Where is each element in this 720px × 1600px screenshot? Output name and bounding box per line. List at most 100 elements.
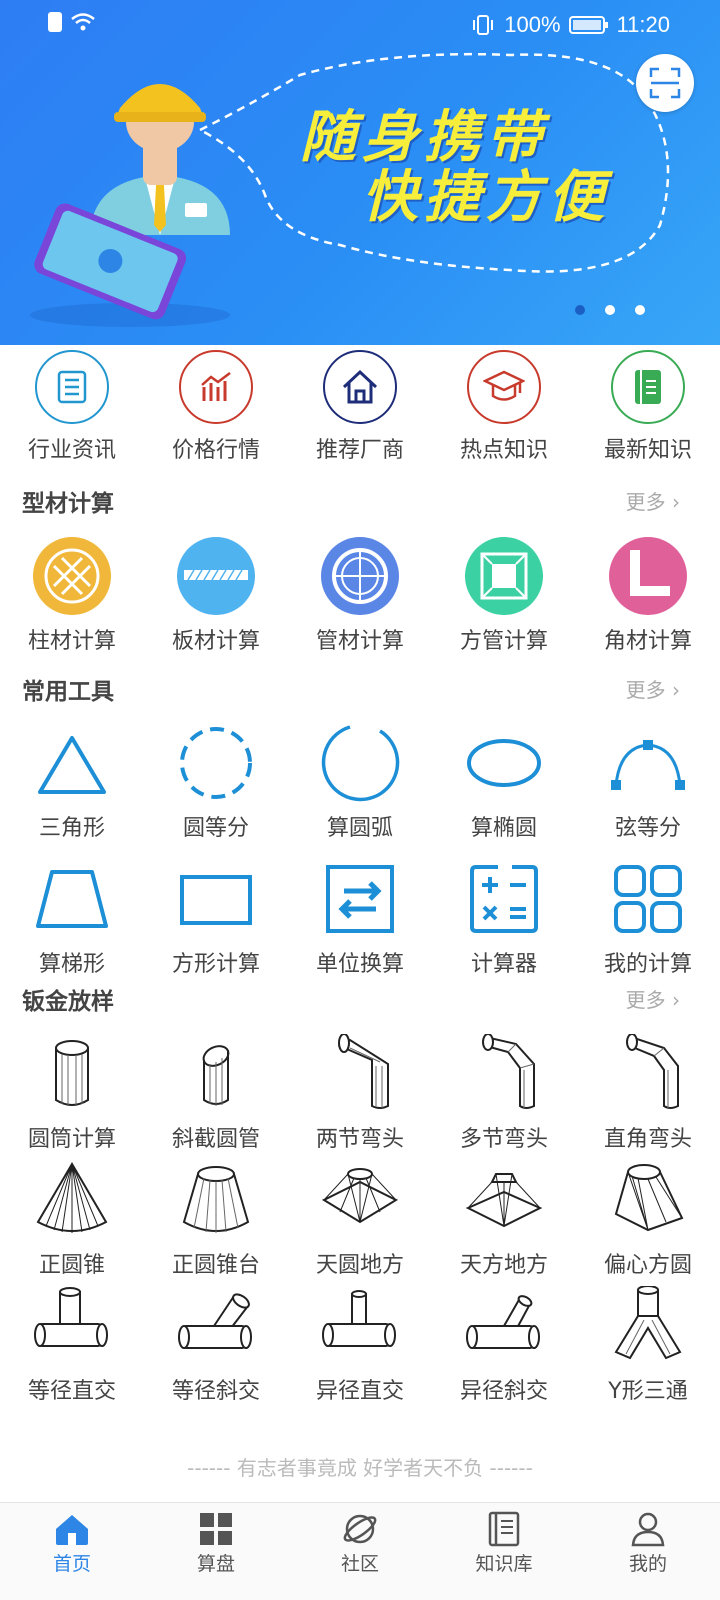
carousel-dot[interactable]	[635, 305, 645, 315]
banner[interactable]: 100% 11:20 随身携带 快捷方便	[0, 0, 720, 345]
square-to-square-icon	[465, 1173, 543, 1228]
calculator-icon	[470, 865, 538, 933]
grid-item-trapezoid[interactable]: 算梯形	[0, 858, 144, 978]
cylinder-icon	[55, 1040, 89, 1106]
grid-icon-wrap	[319, 1033, 401, 1115]
tab-mine[interactable]: 我的	[576, 1503, 720, 1600]
cone-icon	[36, 1162, 108, 1233]
grid-icon	[614, 865, 682, 933]
grid-label: 异径斜交	[459, 1379, 548, 1404]
grid-item-angle-steel[interactable]: 角材计算	[576, 535, 720, 655]
dashed-circle-icon	[180, 727, 252, 799]
grid-item-plate[interactable]: 板材计算	[144, 535, 288, 655]
grid-label: 两节弯头	[315, 1127, 404, 1152]
community-planet-icon	[343, 1514, 377, 1544]
more-link-tools[interactable]: 更多 ›	[626, 674, 680, 703]
frustum-icon	[182, 1166, 250, 1233]
carousel-indicator[interactable]	[575, 305, 645, 315]
tab-community[interactable]: 社区	[288, 1503, 432, 1600]
alert-icon	[48, 12, 62, 32]
grid-item-cylinder[interactable]: 圆筒计算	[0, 1033, 144, 1153]
grid-item-round-to-square[interactable]: 天圆地方	[288, 1159, 432, 1279]
quick-links: 行业资讯 价格行情 推荐厂商 热点知识 最新知识	[0, 350, 720, 464]
clock: 11:20	[616, 12, 670, 37]
tab-home[interactable]: 首页	[0, 1503, 144, 1600]
grid-icon-wrap	[607, 1285, 689, 1367]
scan-button[interactable]	[636, 54, 694, 112]
grid-item-ellipse[interactable]: 算椭圆	[432, 722, 576, 842]
grid-label: 板材计算	[171, 629, 260, 654]
grid-label: 天圆地方	[315, 1253, 404, 1278]
carousel-dot[interactable]	[605, 305, 615, 315]
grid-label: 方形计算	[171, 952, 260, 977]
grid-item-two-section-elbow[interactable]: 两节弯头	[288, 1033, 432, 1153]
grid-item-reducing-oblique-tee[interactable]: 异径斜交	[432, 1285, 576, 1405]
tab-label: 知识库	[475, 1553, 533, 1575]
chord-icon	[611, 740, 685, 790]
grid-label: 偏心方圆	[603, 1253, 692, 1278]
book-icon	[635, 370, 661, 404]
square-tube-icon	[465, 537, 543, 615]
quick-item-price[interactable]: 价格行情	[144, 350, 288, 464]
grid-item-cone[interactable]: 正圆锥	[0, 1159, 144, 1279]
more-link-sheet[interactable]: 更多 ›	[626, 984, 680, 1013]
quick-item-vendors[interactable]: 推荐厂商	[288, 350, 432, 464]
more-label: 更多	[625, 988, 666, 1012]
angle-steel-icon	[609, 537, 687, 615]
grid-item-calculator[interactable]: 计算器	[432, 858, 576, 978]
grid-label: 单位换算	[315, 952, 404, 977]
y-tee-icon	[614, 1286, 682, 1360]
grid-item-column[interactable]: 柱材计算	[0, 535, 144, 655]
grid-item-eccentric-transition[interactable]: 偏心方圆	[576, 1159, 720, 1279]
grid-label: 直角弯头	[603, 1127, 692, 1152]
quick-item-latest-knowledge[interactable]: 最新知识	[576, 350, 720, 464]
section-title-tools: 常用工具	[22, 679, 114, 705]
grid-item-my-calc[interactable]: 我的计算	[576, 858, 720, 978]
grid-item-square-tube[interactable]: 方管计算	[432, 535, 576, 655]
grid-item-oblique-pipe[interactable]: 斜截圆管	[144, 1033, 288, 1153]
tab-knowledge[interactable]: 知识库	[432, 1503, 576, 1600]
grid-item-circle-divide[interactable]: 圆等分	[144, 722, 288, 842]
more-link-profile[interactable]: 更多 ›	[626, 486, 680, 515]
grid-item-reducing-tee[interactable]: 异径直交	[288, 1285, 432, 1405]
reducing-oblique-tee-icon	[466, 1295, 540, 1349]
grid-item-rectangle[interactable]: 方形计算	[144, 858, 288, 978]
section-title-sheet: 钣金放样	[22, 989, 114, 1015]
grid-item-multi-section-elbow[interactable]: 多节弯头	[432, 1033, 576, 1153]
grid-item-equal-oblique-tee[interactable]: 等径斜交	[144, 1285, 288, 1405]
graduation-cap-icon	[483, 370, 525, 401]
multi-section-elbow-icon	[482, 1034, 535, 1109]
grid-item-arc[interactable]: 算圆弧	[288, 722, 432, 842]
quick-item-news[interactable]: 行业资讯	[0, 350, 144, 464]
rectangle-icon	[180, 875, 252, 925]
grid-label: 管材计算	[315, 629, 404, 654]
wifi-icon	[71, 13, 95, 31]
grid-icon-wrap	[607, 1159, 689, 1241]
grid-label: 异径直交	[315, 1379, 404, 1404]
grid-item-pipe[interactable]: 管材计算	[288, 535, 432, 655]
status-bar: 100% 11:20	[0, 8, 720, 40]
grid-item-equal-tee[interactable]: 等径直交	[0, 1285, 144, 1405]
grid-item-chord[interactable]: 弦等分	[576, 722, 720, 842]
ellipse-icon	[467, 739, 541, 787]
grid-item-y-tee[interactable]: Y形三通	[576, 1285, 720, 1405]
triangle-icon	[38, 736, 106, 794]
grid-item-square-to-square[interactable]: 天方地方	[432, 1159, 576, 1279]
grid-item-right-angle-elbow[interactable]: 直角弯头	[576, 1033, 720, 1153]
motto: ------ 有志者事竟成 好学者天不负 ------	[187, 1456, 533, 1480]
quick-item-hot-knowledge[interactable]: 热点知识	[432, 350, 576, 464]
trapezoid-icon	[36, 870, 108, 928]
carousel-dot[interactable]	[575, 305, 585, 315]
equal-oblique-tee-icon	[178, 1293, 252, 1349]
right-angle-elbow-icon	[626, 1034, 679, 1109]
grid-item-triangle[interactable]: 三角形	[0, 722, 144, 842]
grid-item-unit-convert[interactable]: 单位换算	[288, 858, 432, 978]
quick-label: 最新知识	[603, 438, 692, 463]
grid-label: 计算器	[470, 952, 537, 977]
grid-item-frustum[interactable]: 正圆锥台	[144, 1159, 288, 1279]
two-section-elbow-icon	[337, 1034, 389, 1109]
grid-icon-wrap	[175, 1033, 257, 1115]
tab-abacus[interactable]: 算盘	[144, 1503, 288, 1600]
vibrate-icon	[473, 15, 494, 35]
arc-icon	[321, 725, 400, 802]
